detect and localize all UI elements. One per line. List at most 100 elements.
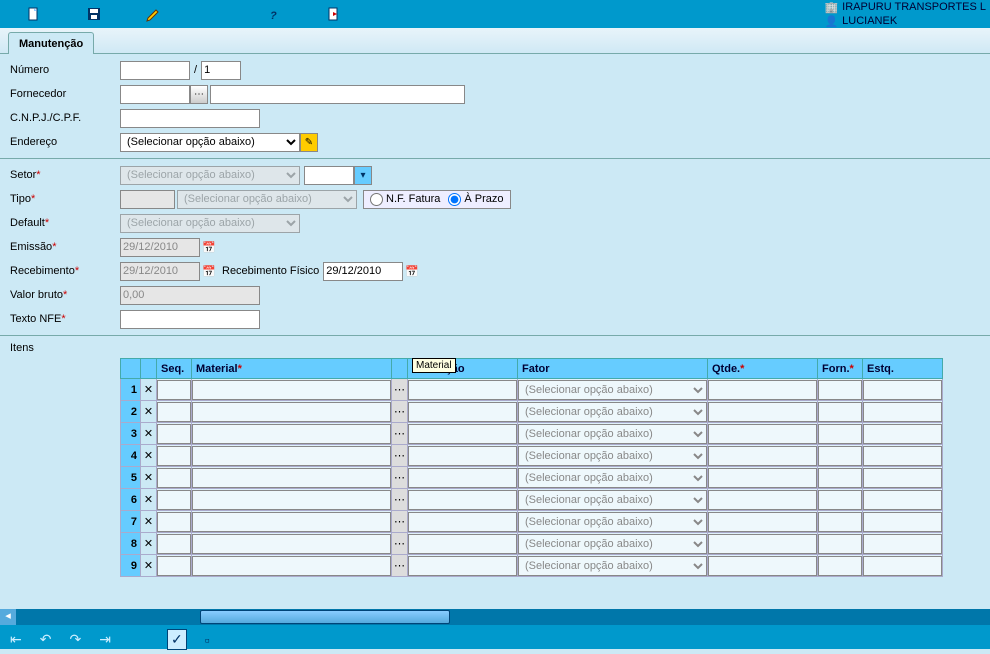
seq-input[interactable] (157, 424, 191, 444)
qtde-input[interactable] (708, 490, 817, 510)
scroll-left-icon[interactable]: ◂ (0, 609, 16, 625)
descricao-input[interactable] (408, 512, 517, 532)
help-icon[interactable]: ? (244, 0, 304, 28)
fator-select[interactable]: (Selecionar opção abaixo) (518, 490, 707, 510)
seq-input[interactable] (157, 556, 191, 576)
h-scrollbar[interactable]: ◂ (0, 609, 990, 625)
estq-input[interactable] (863, 534, 942, 554)
nav-check-icon[interactable]: ✓ (167, 629, 187, 650)
forn-input[interactable] (818, 402, 862, 422)
material-input[interactable] (192, 468, 391, 488)
forn-input[interactable] (818, 490, 862, 510)
endereco-select[interactable]: (Selecionar opção abaixo) (120, 133, 300, 152)
seq-input[interactable] (157, 490, 191, 510)
estq-input[interactable] (863, 490, 942, 510)
edit-icon[interactable] (124, 0, 184, 28)
fator-select[interactable]: (Selecionar opção abaixo) (518, 380, 707, 400)
new-icon[interactable] (4, 0, 64, 28)
forn-input[interactable] (818, 380, 862, 400)
endereco-edit-icon[interactable]: ✎ (300, 133, 318, 152)
material-lookup-icon[interactable]: ⋯ (392, 467, 408, 489)
material-lookup-icon[interactable]: ⋯ (392, 401, 408, 423)
numero-input[interactable] (120, 61, 190, 80)
material-input[interactable] (192, 490, 391, 510)
forn-input[interactable] (818, 556, 862, 576)
qtde-input[interactable] (708, 512, 817, 532)
cnpj-input[interactable] (120, 109, 260, 128)
qtde-input[interactable] (708, 534, 817, 554)
radio-prazo[interactable]: À Prazo (448, 193, 503, 206)
descricao-input[interactable] (408, 534, 517, 554)
tab-manutencao[interactable]: Manutenção (8, 32, 94, 54)
material-lookup-icon[interactable]: ⋯ (392, 555, 408, 577)
qtde-input[interactable] (708, 468, 817, 488)
material-lookup-icon[interactable]: ⋯ (392, 379, 408, 401)
emissao-calendar-icon[interactable]: 📅 (200, 238, 218, 257)
valor-input[interactable] (120, 286, 260, 305)
material-input[interactable] (192, 534, 391, 554)
forn-input[interactable] (818, 424, 862, 444)
delete-row-icon[interactable]: ✕ (141, 533, 157, 555)
qtde-input[interactable] (708, 380, 817, 400)
forn-input[interactable] (818, 512, 862, 532)
qtde-input[interactable] (708, 402, 817, 422)
estq-input[interactable] (863, 402, 942, 422)
fornecedor-lookup-icon[interactable]: ⋯ (190, 85, 208, 104)
seq-input[interactable] (157, 446, 191, 466)
seq-input[interactable] (157, 468, 191, 488)
texto-input[interactable] (120, 310, 260, 329)
recfis-calendar-icon[interactable]: 📅 (403, 262, 421, 281)
material-lookup-icon[interactable]: ⋯ (392, 511, 408, 533)
material-lookup-icon[interactable]: ⋯ (392, 445, 408, 467)
material-input[interactable] (192, 556, 391, 576)
estq-input[interactable] (863, 446, 942, 466)
qtde-input[interactable] (708, 556, 817, 576)
fator-select[interactable]: (Selecionar opção abaixo) (518, 446, 707, 466)
delete-row-icon[interactable]: ✕ (141, 423, 157, 445)
recebimento-input[interactable] (120, 262, 200, 281)
material-input[interactable] (192, 402, 391, 422)
exit-icon[interactable] (304, 0, 364, 28)
qtde-input[interactable] (708, 424, 817, 444)
numero-part2-input[interactable] (201, 61, 241, 80)
setor-select[interactable]: (Selecionar opção abaixo) (120, 166, 300, 185)
nav-stop-icon[interactable]: ▫ (205, 632, 210, 648)
recebimento-calendar-icon[interactable]: 📅 (200, 262, 218, 281)
descricao-input[interactable] (408, 446, 517, 466)
qtde-input[interactable] (708, 446, 817, 466)
estq-input[interactable] (863, 380, 942, 400)
descricao-input[interactable] (408, 490, 517, 510)
fator-select[interactable]: (Selecionar opção abaixo) (518, 534, 707, 554)
delete-row-icon[interactable]: ✕ (141, 401, 157, 423)
seq-input[interactable] (157, 380, 191, 400)
fator-select[interactable]: (Selecionar opção abaixo) (518, 424, 707, 444)
emissao-input[interactable] (120, 238, 200, 257)
delete-row-icon[interactable]: ✕ (141, 379, 157, 401)
estq-input[interactable] (863, 512, 942, 532)
material-input[interactable] (192, 446, 391, 466)
fator-select[interactable]: (Selecionar opção abaixo) (518, 402, 707, 422)
delete-row-icon[interactable]: ✕ (141, 467, 157, 489)
save-icon[interactable] (64, 0, 124, 28)
nav-prev-icon[interactable]: ↶ (40, 631, 52, 648)
estq-input[interactable] (863, 468, 942, 488)
setor-dropdown-icon[interactable]: ▾ (354, 166, 372, 185)
seq-input[interactable] (157, 402, 191, 422)
seq-input[interactable] (157, 534, 191, 554)
radio-nf[interactable]: N.F. Fatura (370, 193, 440, 206)
tipo-select[interactable]: (Selecionar opção abaixo) (177, 190, 357, 209)
fornecedor-input[interactable] (120, 85, 190, 104)
descricao-input[interactable] (408, 468, 517, 488)
material-lookup-icon[interactable]: ⋯ (392, 423, 408, 445)
fornecedor-desc-input[interactable] (210, 85, 465, 104)
delete-row-icon[interactable]: ✕ (141, 555, 157, 577)
material-input[interactable] (192, 512, 391, 532)
forn-input[interactable] (818, 468, 862, 488)
default-select[interactable]: (Selecionar opção abaixo) (120, 214, 300, 233)
delete-row-icon[interactable]: ✕ (141, 445, 157, 467)
scroll-thumb[interactable] (200, 610, 450, 624)
descricao-input[interactable] (408, 424, 517, 444)
descricao-input[interactable] (408, 380, 517, 400)
estq-input[interactable] (863, 556, 942, 576)
setor-extra-input[interactable] (304, 166, 354, 185)
